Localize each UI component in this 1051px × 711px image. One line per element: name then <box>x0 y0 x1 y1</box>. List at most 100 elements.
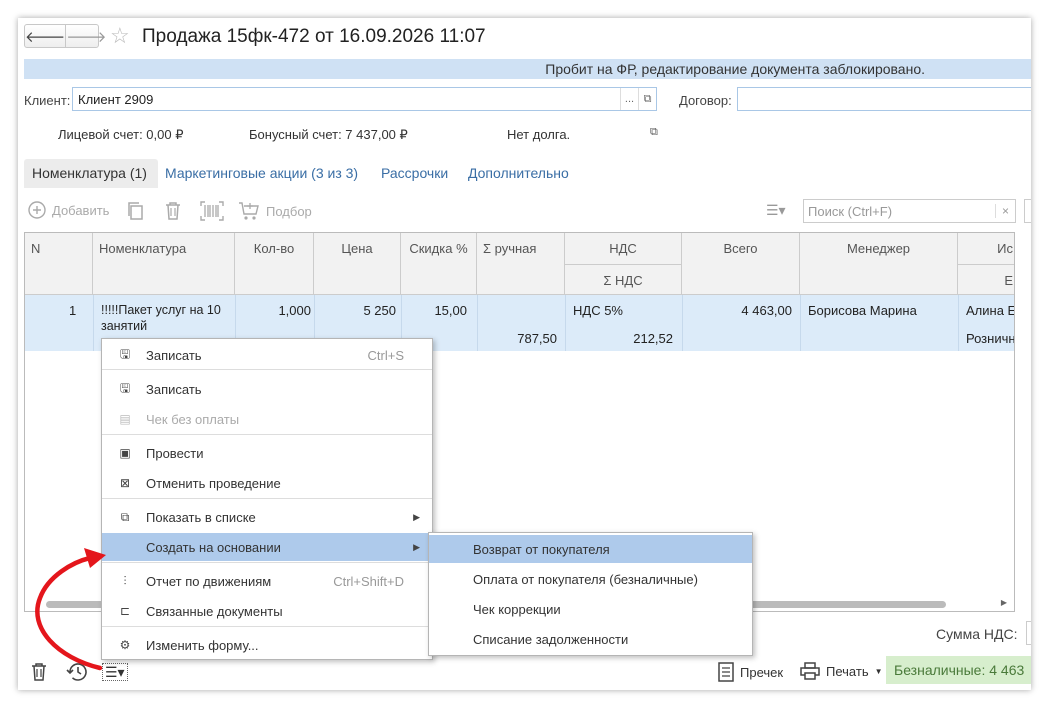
precheck-button[interactable]: Пречек <box>718 662 783 682</box>
delete-row-button[interactable] <box>164 201 182 221</box>
contract-field[interactable] <box>737 87 1031 111</box>
menu-item-label: Показать в списке <box>146 509 256 525</box>
menu-separator <box>102 626 432 627</box>
menu-separator <box>102 498 432 499</box>
menu-item-create-based-on[interactable]: Создать на основании ▶ <box>102 533 432 561</box>
receipt-icon: ▤ <box>119 412 131 426</box>
menu-item-unpost[interactable]: ⊠ Отменить проведение <box>102 469 432 497</box>
col-header-n[interactable]: N <box>25 233 93 295</box>
menu-item-movements-report[interactable]: ⫶ Отчет по движениям Ctrl+Shift+D <box>102 567 432 595</box>
col-header-nds-sum[interactable]: Σ НДС <box>565 264 682 295</box>
menu-separator <box>102 369 432 370</box>
annotation-arrow <box>35 548 106 671</box>
menu-item-shortcut: Ctrl+S <box>367 347 404 363</box>
context-menu: 🖫 Записать Ctrl+S 🖫 Записать ▤ Чек без о… <box>101 338 433 660</box>
row-divider <box>477 295 478 351</box>
menu-item-change-form[interactable]: ⚙ Изменить форму... <box>102 631 432 659</box>
menu-item-label: Связанные документы <box>146 603 283 619</box>
col-header-discount[interactable]: Скидка % <box>401 233 477 295</box>
contract-label: Договор: <box>679 93 732 108</box>
client-open-icon[interactable]: ⧉ <box>638 88 656 110</box>
menu-item-label: Записать <box>146 347 202 363</box>
save-icon: 🖫 <box>119 346 131 361</box>
menu-item-label: Изменить форму... <box>146 637 259 653</box>
cell-nds-sum: 212,52 <box>633 331 673 346</box>
create-based-on-submenu: Возврат от покупателя Оплата от покупате… <box>428 532 753 656</box>
post-icon: ▣ <box>119 446 131 460</box>
navigation-buttons: 🡐 🡒 <box>24 24 106 48</box>
row-divider <box>958 295 959 351</box>
client-field[interactable]: Клиент 2909 ... ⧉ <box>72 87 657 111</box>
menu-item-show-in-list[interactable]: ⧉ Показать в списке ▶ <box>102 503 432 531</box>
search-input[interactable]: Поиск (Ctrl+F) × <box>803 199 1016 223</box>
col-header-manager[interactable]: Менеджер <box>800 233 958 295</box>
forward-button[interactable]: 🡒 <box>65 25 106 47</box>
cell-manual-sum: 787,50 <box>517 331 557 346</box>
precheck-label: Пречек <box>740 664 784 680</box>
nds-sum-field[interactable] <box>1026 621 1031 645</box>
favorite-star-icon[interactable]: ☆ <box>110 24 130 48</box>
tab-installments[interactable]: Рассрочки <box>381 165 448 181</box>
cell-discount: 15,00 <box>434 303 467 318</box>
cell-qty: 1,000 <box>278 303 311 318</box>
col-header-manual-sum[interactable]: Σ ручная <box>477 233 565 295</box>
cell-extra1: Алина Е <box>966 303 1015 318</box>
menu-item-post[interactable]: ▣ Провести <box>102 439 432 467</box>
arrow-right-icon: 🡒 <box>66 28 107 46</box>
tab-additional[interactable]: Дополнительно <box>468 165 569 181</box>
submenu-item-customer-payment[interactable]: Оплата от покупателя (безналичные) <box>429 565 752 593</box>
unpost-icon: ⊠ <box>119 476 131 490</box>
back-button[interactable]: 🡐 <box>25 25 65 47</box>
tab-nomenclature[interactable]: Номенклатура (1) <box>24 159 158 188</box>
barcode-button[interactable] <box>200 201 224 221</box>
col-header-qty[interactable]: Кол-во <box>235 233 314 295</box>
client-select-button[interactable]: ... <box>620 88 638 110</box>
search-placeholder: Поиск (Ctrl+F) <box>808 203 893 219</box>
tab-marketing[interactable]: Маркетинговые акции (3 из 3) <box>165 165 358 181</box>
col-header-nomenclature[interactable]: Номенклатура <box>93 233 235 295</box>
client-label: Клиент: <box>24 93 71 108</box>
cell-item-line2: занятий <box>101 319 148 333</box>
print-button[interactable]: Печать ▼ <box>800 662 883 680</box>
submenu-item-customer-return[interactable]: Возврат от покупателя <box>429 535 752 563</box>
col-header-extra[interactable]: Ис <box>958 233 1014 264</box>
col-subheader-extra[interactable]: Е <box>958 264 1014 295</box>
copy-button[interactable] <box>126 201 146 221</box>
col-header-total[interactable]: Всего <box>682 233 800 295</box>
menu-item-label: Чек без оплаты <box>146 411 240 427</box>
submenu-item-debt-writeoff[interactable]: Списание задолженности <box>429 625 752 653</box>
print-label: Печать <box>826 663 869 679</box>
client-value: Клиент 2909 <box>78 91 154 107</box>
col-header-price[interactable]: Цена <box>314 233 401 295</box>
pick-button[interactable]: Подбор <box>238 201 312 221</box>
document-window: 🡐 🡒 ☆ Продажа 15фк-472 от 16.09.2026 11:… <box>18 18 1031 690</box>
scroll-right-icon[interactable]: ▶ <box>1001 598 1007 607</box>
add-button[interactable]: Добавить <box>28 201 109 219</box>
row-divider <box>682 295 683 351</box>
submenu-arrow-icon: ▶ <box>413 541 420 552</box>
menu-item-save[interactable]: 🖫 Записать <box>102 375 432 403</box>
add-button-label: Добавить <box>52 202 110 218</box>
locked-banner: Пробит на ФР, редактирование документа з… <box>24 59 1031 79</box>
submenu-arrow-icon: ▶ <box>413 511 420 522</box>
more-actions-menu-icon[interactable]: ☰▾ <box>766 202 786 219</box>
submenu-item-correction-receipt[interactable]: Чек коррекции <box>429 595 752 623</box>
menu-item-label: Записать <box>146 381 202 397</box>
page-title: Продажа 15фк-472 от 16.09.2026 11:07 <box>142 26 486 47</box>
open-link-icon[interactable]: ⧉ <box>650 126 658 139</box>
search-clear-button[interactable]: × <box>995 204 1015 218</box>
debt-status: Нет долга. <box>507 127 571 142</box>
menu-item-label: Создать на основании <box>146 539 281 555</box>
menu-item-receipt-no-payment[interactable]: ▤ Чек без оплаты <box>102 405 432 433</box>
menu-item-save-shortcut[interactable]: 🖫 Записать Ctrl+S <box>102 341 432 369</box>
cart-icon <box>239 202 259 220</box>
menu-item-related-docs[interactable]: ⊏ Связанные документы <box>102 597 432 625</box>
col-header-nds[interactable]: НДС <box>565 233 682 264</box>
submenu-item-label: Оплата от покупателя (безналичные) <box>473 571 698 587</box>
menu-item-label: Отчет по движениям <box>146 573 272 589</box>
copy-icon <box>128 202 143 220</box>
toolbar-extra-field[interactable] <box>1024 199 1031 223</box>
cell-nds: НДС 5% <box>573 303 623 318</box>
row-divider <box>93 295 94 351</box>
arrow-left-icon: 🡐 <box>25 28 66 46</box>
